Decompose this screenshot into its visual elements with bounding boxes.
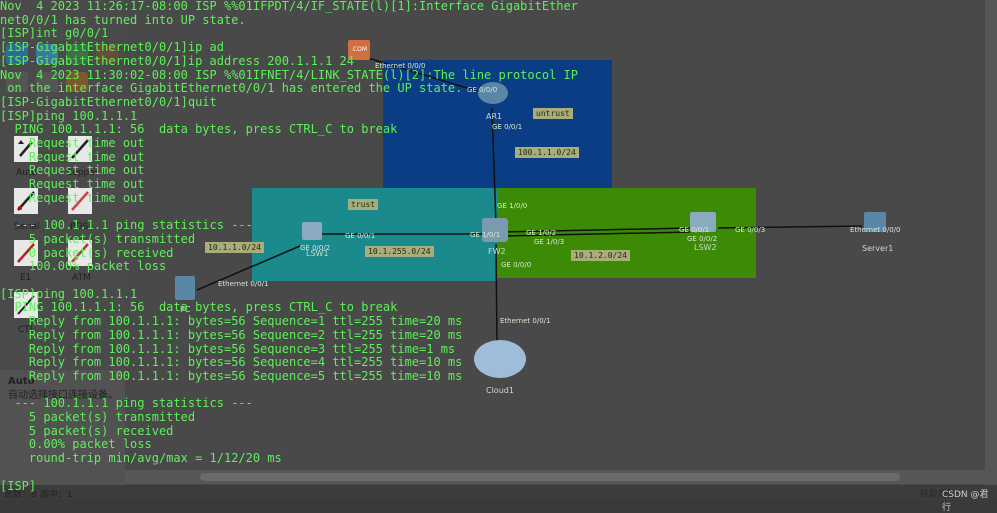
terminal-line: net0/0/1 has turned into UP state. — [0, 12, 246, 27]
terminal-line: Reply from 100.1.1.1: bytes=56 Sequence=… — [0, 341, 456, 356]
terminal-line: Nov 4 2023 11:30:02-08:00 ISP %%01IFNET/… — [0, 67, 578, 82]
terminal-line: --- 100.1.1.1 ping statistics --- — [0, 218, 253, 233]
terminal-line: Request time out — [0, 190, 145, 205]
terminal-line: on the interface GigabitEthernet0/0/1 ha… — [0, 81, 463, 96]
cli-terminal[interactable]: Nov 4 2023 11:26:17-08:00 ISP %%01IFPDT/… — [0, 0, 997, 500]
terminal-line: 5 packet(s) transmitted — [0, 410, 196, 424]
terminal-line: Request time out — [0, 149, 145, 164]
terminal-line: Reply from 100.1.1.1: bytes=56 Sequence=… — [0, 355, 463, 370]
terminal-line: [ISP]ping 100.1.1.1 — [0, 286, 138, 301]
terminal-line: 5 packet(s) received — [0, 423, 174, 438]
terminal-line: Nov 4 2023 11:26:17-08:00 ISP %%01IFPDT/… — [0, 0, 578, 13]
terminal-line: 0 packet(s) received — [0, 245, 174, 260]
terminal-line: Request time out — [0, 177, 145, 192]
terminal-line: PING 100.1.1.1: 56 data bytes, press CTR… — [0, 122, 398, 137]
terminal-line: Reply from 100.1.1.1: bytes=56 Sequence=… — [0, 368, 463, 383]
terminal-line: PING 100.1.1.1: 56 data bytes, press CTR… — [0, 300, 398, 315]
terminal-line: --- 100.1.1.1 ping statistics --- — [0, 396, 253, 411]
terminal-line: Request time out — [0, 136, 145, 150]
terminal-line: [ISP] — [0, 478, 37, 493]
terminal-line: 100.00% packet loss — [0, 259, 167, 274]
terminal-line: [ISP]ping 100.1.1.1 — [0, 108, 138, 123]
terminal-line: Request time out — [0, 163, 145, 178]
terminal-line: [ISP-GigabitEthernet0/0/1]quit — [0, 94, 217, 109]
terminal-line: 0.00% packet loss — [0, 437, 152, 452]
terminal-line: Reply from 100.1.1.1: bytes=56 Sequence=… — [0, 314, 463, 329]
terminal-line: 5 packet(s) transmitted — [0, 231, 196, 246]
terminal-line: Reply from 100.1.1.1: bytes=56 Sequence=… — [0, 327, 463, 342]
terminal-line: [ISP-GigabitEthernet0/0/1]ip address 200… — [0, 53, 355, 68]
terminal-line: [ISP-GigabitEthernet0/0/1]ip ad — [0, 40, 224, 55]
terminal-line: [ISP]int g0/0/1 — [0, 26, 109, 41]
terminal-line: round-trip min/avg/max = 1/12/20 ms — [0, 451, 282, 466]
